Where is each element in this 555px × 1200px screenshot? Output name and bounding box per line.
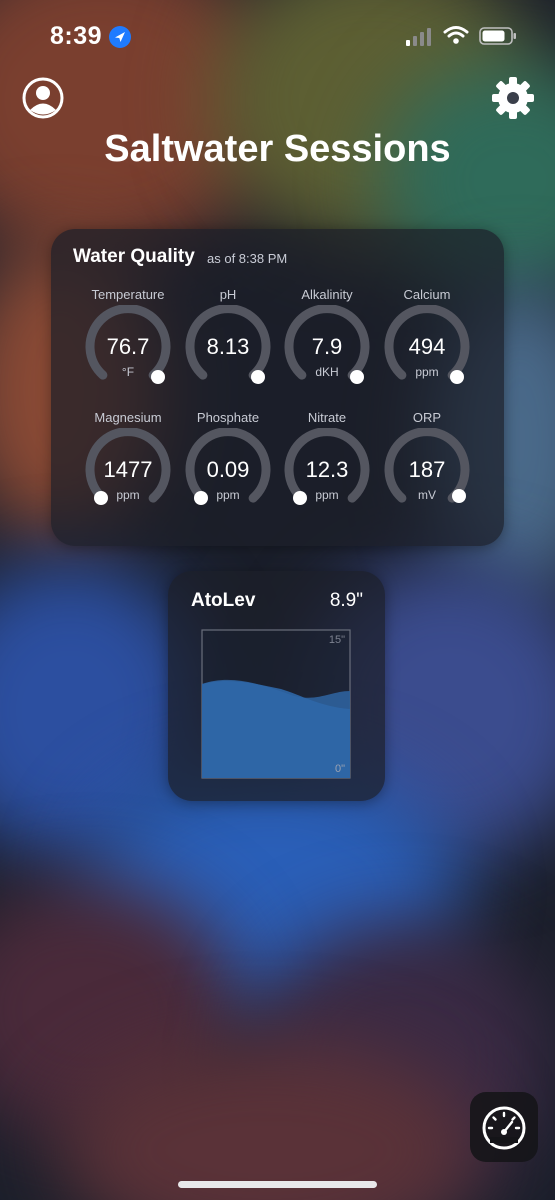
page-title: Saltwater Sessions <box>104 128 451 170</box>
gear-icon <box>492 77 534 119</box>
settings-button[interactable] <box>491 76 535 120</box>
cellular-signal-icon <box>406 28 431 46</box>
gauge-value: 494 <box>408 334 446 359</box>
gauge-nitrate[interactable]: Nitrate 12.3 ppm <box>277 410 377 520</box>
profile-button[interactable] <box>22 77 64 119</box>
gauge-alkalinity[interactable]: Alkalinity 7.9 dKH <box>277 287 377 397</box>
user-icon <box>22 77 64 119</box>
atolev-card[interactable]: AtoLev 8.9" 15" 0" <box>168 571 385 801</box>
gauge-unit: ppm <box>415 365 439 379</box>
status-bar: 8:39 <box>0 0 555 70</box>
speedometer-icon <box>482 1106 526 1150</box>
atolev-level-chart: 15" 0" <box>201 629 351 779</box>
gauge-calcium[interactable]: Calcium 494 ppm <box>377 287 477 397</box>
gauge-unit: mV <box>418 488 436 502</box>
atolev-scale-bottom: 0" <box>335 763 345 775</box>
gauge-temperature[interactable]: Temperature 76.7 °F <box>78 287 178 397</box>
gauge-unit: ppm <box>116 488 140 502</box>
gauge-value: 1477 <box>103 457 153 482</box>
gauge-label: Temperature <box>91 287 165 302</box>
gauge-value: 76.7 <box>106 334 150 359</box>
water-quality-updated: as of 8:38 PM <box>207 251 288 266</box>
gauge-value: 0.09 <box>206 457 250 482</box>
gauge-value: 8.13 <box>206 334 250 359</box>
battery-icon <box>479 27 516 45</box>
water-quality-card[interactable]: Water Quality as of 8:38 PM Temperature … <box>51 229 504 546</box>
home-indicator[interactable] <box>178 1181 377 1188</box>
wifi-icon <box>443 26 469 44</box>
gauge-value: 7.9 <box>311 334 343 359</box>
gauge-unit: dKH <box>315 365 339 379</box>
gauge-label: Phosphate <box>196 410 260 425</box>
gauge-magnesium[interactable]: Magnesium 1477 ppm <box>78 410 178 520</box>
atolev-title: AtoLev <box>191 590 256 611</box>
gauge-ph[interactable]: pH 8.13 <box>178 287 278 397</box>
gauge-label: ORP <box>412 410 442 425</box>
gauge-label: Calcium <box>403 287 451 302</box>
atolev-scale-top: 15" <box>329 634 345 646</box>
status-time: 8:39 <box>50 22 103 50</box>
dashboard-button[interactable] <box>470 1092 538 1162</box>
gauge-unit: ppm <box>315 488 339 502</box>
atolev-level-value: 8.9" <box>329 590 363 611</box>
gauge-label: pH <box>219 287 237 302</box>
gauge-label: Nitrate <box>307 410 347 425</box>
gauge-unit: ppm <box>216 488 240 502</box>
gauge-value: 187 <box>408 457 446 482</box>
gauge-orp[interactable]: ORP 187 mV <box>377 410 477 520</box>
water-quality-title: Water Quality <box>73 246 195 267</box>
gauge-label: Magnesium <box>94 410 162 425</box>
gauge-unit: °F <box>121 365 135 379</box>
gauge-value: 12.3 <box>305 457 349 482</box>
gauge-phosphate[interactable]: Phosphate 0.09 ppm <box>178 410 278 520</box>
location-arrow-icon <box>109 26 131 48</box>
gauge-label: Alkalinity <box>301 287 353 302</box>
